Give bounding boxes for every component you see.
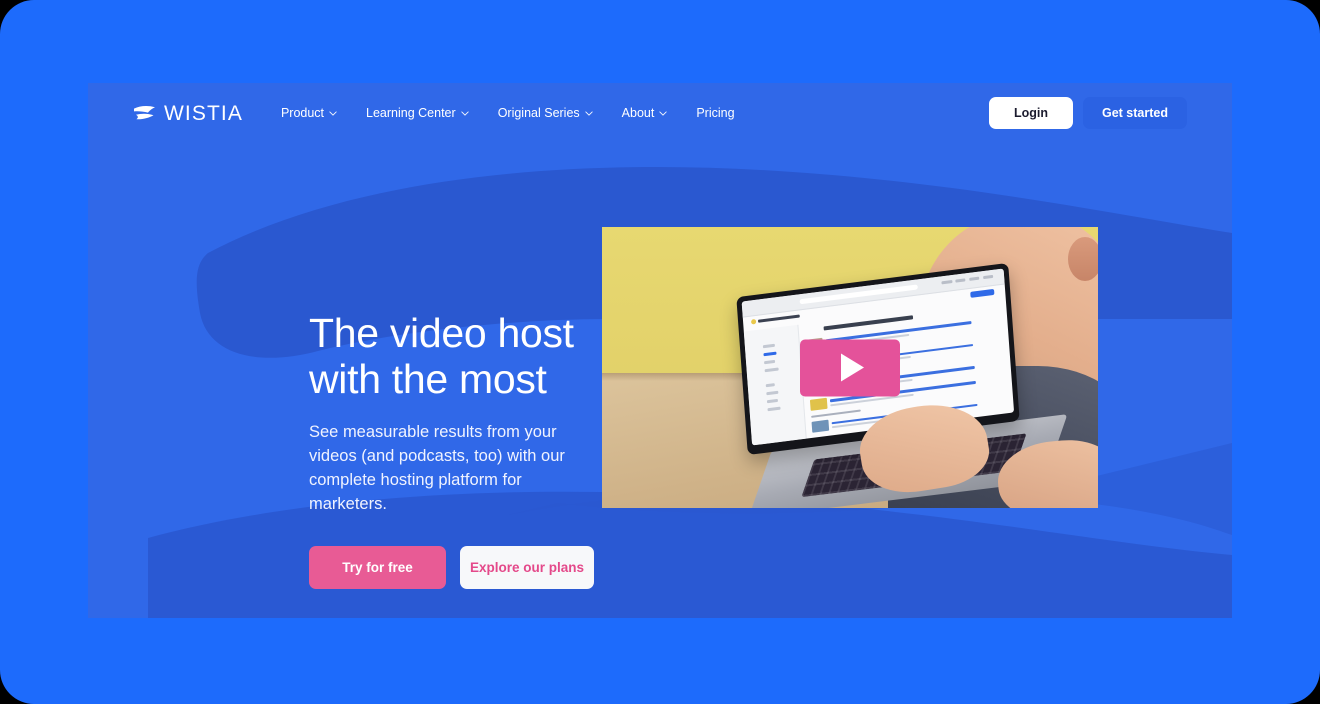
nav-item-product-label: Product	[280, 106, 325, 120]
try-for-free-button[interactable]: Try for free	[309, 546, 446, 589]
play-triangle-icon	[841, 353, 864, 382]
chevron-down-icon	[585, 110, 593, 116]
browser-nav-items	[941, 275, 994, 285]
wistia-logo[interactable]: WISTIA	[133, 103, 243, 124]
browser-page: WISTIA Product Learning Center Original …	[0, 0, 1320, 704]
hero-video-player[interactable]	[602, 227, 1098, 508]
hero-cta-group: Try for free Explore our plans	[309, 546, 609, 589]
nav-item-pricing-label: Pricing	[696, 106, 735, 120]
wistia-flag-logo-icon	[134, 105, 155, 120]
top-navigation: WISTIA Product Learning Center Original …	[88, 83, 1232, 143]
get-started-button[interactable]: Get started	[1083, 97, 1187, 129]
chevron-down-icon	[659, 110, 667, 116]
nav-links: Product Learning Center Original Series …	[281, 106, 735, 120]
person-ear	[1068, 237, 1098, 281]
brand-name	[757, 314, 800, 323]
dashboard-sidebar	[743, 325, 808, 446]
chevron-down-icon	[461, 110, 469, 116]
headline-line-2: with the most	[309, 356, 547, 402]
nav-tab	[941, 280, 952, 285]
nav-item-about-label: About	[621, 106, 655, 120]
hero-section: WISTIA Product Learning Center Original …	[88, 83, 1232, 618]
video-thumb	[809, 398, 828, 412]
sidebar-item-active	[763, 352, 777, 357]
explore-plans-button[interactable]: Explore our plans	[460, 546, 594, 589]
page-title: The video host with the most	[309, 310, 609, 402]
address-bar	[799, 285, 918, 305]
wistia-logo-text: WISTIA	[164, 101, 243, 125]
hero-subcopy: See measurable results from your videos …	[309, 423, 565, 513]
nav-tab	[955, 279, 966, 283]
nav-item-pricing[interactable]: Pricing	[696, 106, 734, 120]
sidebar-item	[763, 344, 775, 349]
sidebar-item	[767, 407, 781, 412]
headline-line-1: The video host	[309, 310, 574, 356]
brand-avatar	[750, 319, 757, 325]
sidebar-item	[766, 383, 775, 388]
nav-item-learning-center[interactable]: Learning Center	[366, 106, 469, 120]
nav-item-product[interactable]: Product	[281, 106, 337, 120]
chevron-down-icon	[329, 110, 337, 116]
nav-actions: Login Get started	[988, 97, 1187, 129]
video-thumb	[811, 420, 829, 434]
sidebar-item	[764, 368, 779, 373]
nav-tab	[982, 275, 994, 280]
nav-tab	[969, 277, 980, 282]
hero-copy: The video host with the most See measura…	[309, 310, 609, 589]
sidebar-item	[766, 391, 779, 396]
sidebar-item	[767, 399, 778, 404]
nav-item-original-series-label: Original Series	[497, 106, 580, 120]
play-button[interactable]	[800, 339, 900, 396]
nav-item-about[interactable]: About	[622, 106, 668, 120]
dashboard-upload-button	[970, 289, 995, 299]
nav-item-learning-center-label: Learning Center	[366, 106, 456, 120]
login-button[interactable]: Login	[988, 97, 1073, 129]
nav-item-original-series[interactable]: Original Series	[498, 106, 593, 120]
sidebar-item	[764, 360, 775, 365]
